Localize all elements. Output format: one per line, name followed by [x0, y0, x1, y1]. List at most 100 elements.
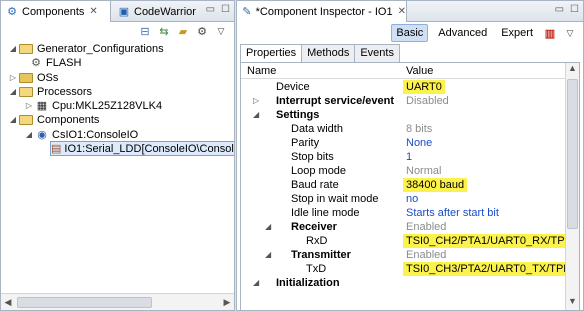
- expanded-icon[interactable]: ◢: [265, 248, 271, 262]
- scrollbar-track[interactable]: [15, 296, 220, 309]
- property-row[interactable]: ◢ Settings: [241, 108, 565, 122]
- property-row[interactable]: ◢ Initialization: [241, 276, 565, 290]
- property-name: Loop mode: [291, 165, 347, 177]
- tree-item-oss[interactable]: ▷ OSs: [7, 70, 58, 85]
- scrollbar-thumb[interactable]: [567, 79, 578, 229]
- property-value[interactable]: Normal: [406, 164, 441, 178]
- collapsed-icon[interactable]: ▷: [23, 101, 35, 110]
- expanded-icon[interactable]: ◢: [253, 276, 259, 290]
- new-folder-icon[interactable]: ▰: [176, 24, 190, 38]
- minimize-icon[interactable]: ▭: [555, 4, 564, 15]
- tree-item-io1[interactable]: ▤ IO1:Serial_LDD[ConsoleIO\ConsoleIO_S: [50, 141, 234, 156]
- property-row[interactable]: RxD TSI0_CH2/PTA1/UART0_RX/TPM2...: [241, 234, 579, 248]
- property-row[interactable]: ◢ Receiver Enabled: [241, 220, 565, 234]
- property-value[interactable]: TSI0_CH2/PTA1/UART0_RX/TPM2...: [403, 234, 579, 248]
- scroll-right-icon[interactable]: ▶: [220, 297, 234, 308]
- property-value[interactable]: 38400 baud: [403, 178, 468, 192]
- link-editor-icon[interactable]: ⇆: [157, 24, 171, 38]
- view-menu-icon[interactable]: ▽: [563, 26, 577, 40]
- property-row[interactable]: Device UART0: [241, 80, 565, 94]
- property-row[interactable]: ▷ Interrupt service/event Disabled: [241, 94, 565, 108]
- property-row[interactable]: Data width 8 bits: [241, 122, 565, 136]
- bar-chart-icon[interactable]: ▥: [543, 26, 557, 40]
- tree-item-components[interactable]: ◢ Components: [7, 112, 99, 127]
- property-row[interactable]: Stop in wait mode no: [241, 192, 565, 206]
- expanded-icon[interactable]: ◢: [253, 108, 259, 122]
- folder-icon: [19, 114, 33, 125]
- expanded-icon[interactable]: ◢: [23, 130, 35, 139]
- property-value[interactable]: Disabled: [406, 94, 449, 108]
- subtab-events[interactable]: Events: [354, 44, 400, 62]
- vertical-scrollbar[interactable]: ▲ ▼: [565, 63, 579, 310]
- property-name: Parity: [291, 137, 320, 149]
- view-menu-icon[interactable]: ▽: [214, 24, 228, 38]
- property-row[interactable]: Parity None: [241, 136, 565, 150]
- property-value[interactable]: TSI0_CH3/PTA2/UART0_TX/TPM2...: [403, 262, 579, 276]
- expanded-icon[interactable]: ◢: [265, 220, 271, 234]
- property-row[interactable]: Idle line mode Starts after start bit: [241, 206, 565, 220]
- property-name: Settings: [276, 109, 320, 121]
- subtab-methods[interactable]: Methods: [301, 44, 356, 62]
- tab-component-inspector[interactable]: ✎ *Component Inspector - IO1 ✕: [237, 1, 407, 22]
- property-row[interactable]: TxD TSI0_CH3/PTA2/UART0_TX/TPM2...: [241, 262, 579, 276]
- column-header-name[interactable]: Name: [247, 65, 276, 77]
- property-value[interactable]: Enabled: [406, 220, 446, 234]
- tab-codewarrior[interactable]: ▣ CodeWarrior: [113, 1, 208, 22]
- scrollbar-thumb[interactable]: [17, 296, 153, 308]
- tree-item-processors[interactable]: ◢ Processors: [7, 84, 92, 99]
- tree-item-label: OSs: [37, 71, 59, 84]
- property-row[interactable]: Loop mode Normal: [241, 164, 565, 178]
- grid-header: Name Value: [241, 63, 579, 79]
- expanded-icon[interactable]: ◢: [7, 87, 19, 96]
- scroll-down-icon[interactable]: ▼: [566, 296, 579, 310]
- property-row[interactable]: ◢ Transmitter Enabled: [241, 248, 565, 262]
- tab-components[interactable]: ⚙ Components ✕: [1, 1, 111, 22]
- components-icon: ⚙: [7, 5, 17, 18]
- window-controls: ▭ ☐: [555, 4, 579, 15]
- inspector-icon: ✎: [242, 5, 252, 18]
- scroll-up-icon[interactable]: ▲: [566, 63, 579, 77]
- filter-icon[interactable]: ⚙: [195, 24, 209, 38]
- property-value[interactable]: no: [406, 192, 418, 206]
- property-value[interactable]: UART0: [403, 80, 445, 94]
- window-controls: ▭ ☐: [206, 4, 230, 15]
- collapsed-icon[interactable]: ▷: [7, 73, 19, 82]
- maximize-icon[interactable]: ☐: [221, 4, 230, 15]
- property-value[interactable]: Starts after start bit: [406, 206, 499, 220]
- property-value[interactable]: 8 bits: [406, 122, 432, 136]
- maximize-icon[interactable]: ☐: [570, 4, 579, 15]
- subtab-properties[interactable]: Properties: [240, 44, 303, 62]
- property-name: Initialization: [276, 277, 340, 289]
- tree-item-flash[interactable]: ⚙ FLASH: [29, 55, 81, 70]
- expanded-icon[interactable]: ◢: [7, 44, 19, 53]
- tree-item-csio1[interactable]: ◢ ◉ CsIO1:ConsoleIO: [23, 127, 138, 142]
- horizontal-scrollbar[interactable]: ◀ ▶: [1, 293, 234, 310]
- property-value[interactable]: 1: [406, 150, 412, 164]
- folder-icon: [19, 72, 33, 83]
- close-icon[interactable]: ✕: [89, 6, 97, 17]
- close-icon[interactable]: ✕: [398, 6, 406, 17]
- tree-item-cpu[interactable]: ▷ ▦ Cpu:MKL25Z128VLK4: [23, 98, 162, 113]
- mode-basic-button[interactable]: Basic: [391, 24, 429, 42]
- property-name: TxD: [306, 263, 327, 275]
- properties-grid: Name Value Device UART0 ▷ Interrupt service…: [240, 62, 580, 310]
- tab-inspector-label: *Component Inspector - IO1: [255, 5, 393, 18]
- tree-item-generator-configurations[interactable]: ◢ Generator_Configurations: [7, 41, 164, 56]
- scroll-left-icon[interactable]: ◀: [1, 297, 15, 308]
- property-value[interactable]: Enabled: [406, 248, 446, 262]
- mode-advanced-button[interactable]: Advanced: [434, 25, 491, 41]
- property-row[interactable]: Stop bits 1: [241, 150, 565, 164]
- column-header-value[interactable]: Value: [406, 65, 433, 77]
- folder-icon: [19, 43, 33, 54]
- property-value[interactable]: None: [406, 136, 432, 150]
- gear-icon: ⚙: [31, 56, 41, 69]
- tree-item-label: Generator_Configurations: [37, 42, 164, 55]
- property-row[interactable]: Baud rate 38400 baud: [241, 178, 565, 192]
- expanded-icon[interactable]: ◢: [7, 115, 19, 124]
- property-name: Idle line mode: [291, 207, 360, 219]
- property-name: Receiver: [291, 221, 337, 233]
- mode-expert-button[interactable]: Expert: [497, 25, 537, 41]
- collapsed-icon[interactable]: ▷: [253, 94, 259, 108]
- collapse-all-icon[interactable]: ⊟: [138, 24, 152, 38]
- minimize-icon[interactable]: ▭: [206, 4, 215, 15]
